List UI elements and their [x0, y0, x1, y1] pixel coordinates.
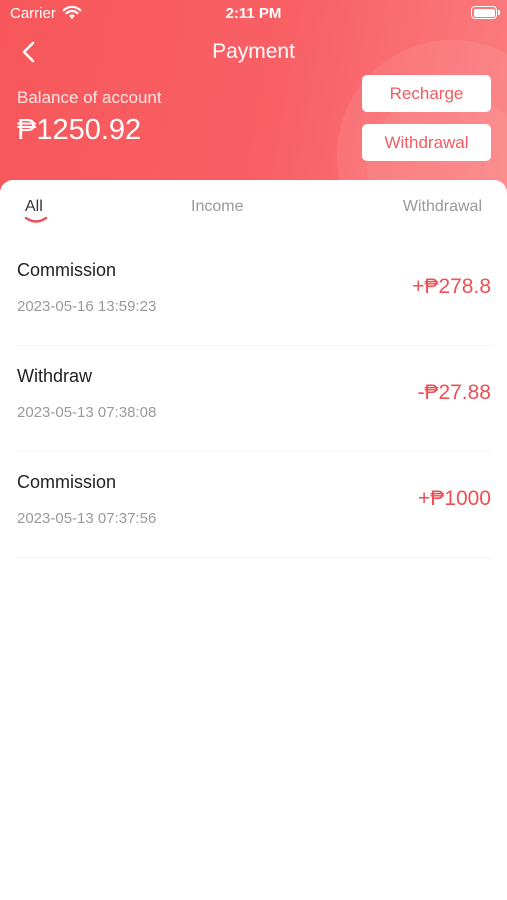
- transaction-amount: +₱1000: [418, 487, 491, 510]
- transaction-time: 2023-05-13 07:38:08: [17, 404, 157, 421]
- page-title: Payment: [212, 40, 295, 63]
- battery-icon: [471, 6, 500, 19]
- transaction-title: Commission: [17, 472, 117, 492]
- transaction-title: Commission: [17, 260, 117, 280]
- recharge-button[interactable]: Recharge: [362, 75, 491, 112]
- status-time: 2:11 PM: [225, 5, 282, 22]
- filter-tabs: All Income Withdrawal: [0, 180, 507, 230]
- transaction-amount: -₱27.88: [417, 381, 491, 404]
- tab-income[interactable]: Income: [191, 198, 243, 216]
- transaction-title: Withdraw: [17, 366, 93, 386]
- tab-withdrawal[interactable]: Withdrawal: [403, 198, 482, 216]
- transaction-list: Commission 2023-05-16 13:59:23 +₱278.8 W…: [0, 240, 507, 558]
- balance-label: Balance of account: [17, 88, 162, 107]
- transaction-time: 2023-05-13 07:37:56: [17, 510, 157, 527]
- transactions-panel: All Income Withdrawal Commission 2023-05…: [0, 180, 507, 900]
- active-tab-indicator: [24, 216, 48, 223]
- balance-value: ₱1250.92: [17, 114, 142, 146]
- transaction-amount: +₱278.8: [412, 275, 491, 298]
- transaction-time: 2023-05-16 13:59:23: [17, 298, 157, 315]
- status-bar: Carrier 2:11 PM: [0, 0, 507, 28]
- transaction-item[interactable]: Withdraw 2023-05-13 07:38:08 -₱27.88: [16, 346, 491, 452]
- tab-all[interactable]: All: [25, 198, 43, 216]
- withdrawal-button[interactable]: Withdrawal: [362, 124, 491, 161]
- transaction-item[interactable]: Commission 2023-05-13 07:37:56 +₱1000: [16, 452, 491, 558]
- transaction-item[interactable]: Commission 2023-05-16 13:59:23 +₱278.8: [16, 240, 491, 346]
- header: Carrier 2:11 PM Payment Balance of accou…: [0, 0, 507, 200]
